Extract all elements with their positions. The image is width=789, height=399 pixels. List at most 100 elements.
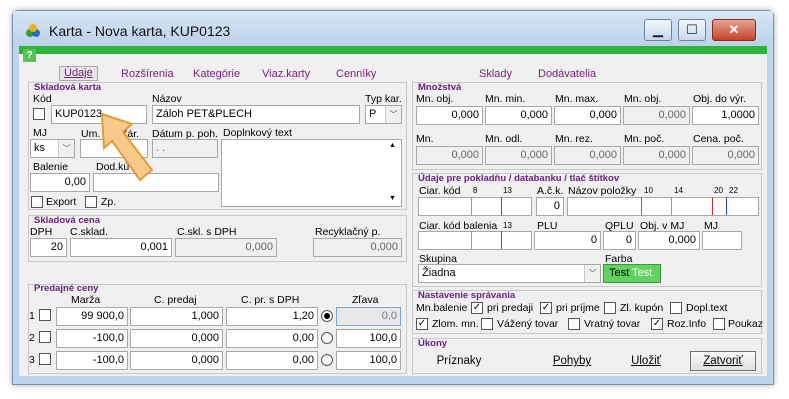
- ulozit-button[interactable]: Uložiť: [624, 352, 668, 372]
- mn-value[interactable]: 1,0000: [692, 106, 759, 125]
- pri-prijme-checkbox[interactable]: ✓: [540, 302, 552, 314]
- scroll-up-icon[interactable]: ▲: [389, 142, 396, 149]
- tab-viaz-karty[interactable]: Viaz.karty: [262, 68, 310, 80]
- tick-label: 14: [674, 186, 683, 195]
- mn-value[interactable]: 0,000: [485, 146, 552, 165]
- cprdph-input[interactable]: 1,20: [226, 307, 318, 326]
- recykl-input[interactable]: 0,000: [313, 238, 402, 257]
- cprdph-input[interactable]: 0,00: [226, 329, 318, 348]
- mn-value[interactable]: 0,000: [692, 146, 759, 165]
- pri-predaji-checkbox[interactable]: ✓: [471, 302, 483, 314]
- typ-select[interactable]: P ﹀: [365, 105, 402, 124]
- cskl-dph-label: C.skl. s DPH: [177, 226, 237, 238]
- tab-udaje[interactable]: Údaje: [59, 66, 98, 81]
- ean8-marker: [471, 197, 472, 215]
- zlava-input[interactable]: 100,0: [336, 329, 401, 348]
- row-checkbox[interactable]: [39, 331, 51, 343]
- marza-input[interactable]: -100,0: [56, 351, 128, 370]
- dopl-text-checkbox[interactable]: [670, 302, 682, 314]
- zlom-mn-checkbox[interactable]: ✓: [416, 318, 428, 330]
- mn-value[interactable]: 0,000: [623, 146, 690, 165]
- farba-swatch[interactable]: Test Test: [603, 264, 661, 283]
- qplu-input[interactable]: 0: [603, 231, 636, 250]
- doplnkovy-label: Doplnkový text: [223, 127, 292, 139]
- ciar-input[interactable]: [418, 197, 532, 216]
- cprdph-input[interactable]: 0,00: [226, 351, 318, 370]
- chevron-down-icon[interactable]: ﹀: [58, 140, 74, 157]
- export-checkbox[interactable]: [31, 196, 43, 208]
- doplnkovy-textarea[interactable]: [221, 139, 402, 207]
- chevron-down-icon[interactable]: ﹀: [584, 265, 600, 282]
- nazov-input[interactable]: Záloh PET&PLECH: [152, 105, 360, 124]
- farba-text-light: Test: [632, 267, 653, 279]
- row-checkbox[interactable]: [39, 309, 51, 321]
- group-title: Údaje pre pokladňu / databanku / tlač št…: [418, 173, 620, 184]
- mj-select[interactable]: ks ﹀: [30, 139, 75, 158]
- vratny-checkbox[interactable]: [568, 318, 580, 330]
- minimize-button[interactable]: ▁: [644, 19, 672, 41]
- status-strip: [19, 46, 767, 54]
- kod-checkbox[interactable]: [33, 108, 45, 120]
- row-checkbox[interactable]: [39, 353, 51, 365]
- tab-rozsirenia[interactable]: Rozšírenia: [121, 68, 174, 80]
- price-radio[interactable]: [321, 332, 333, 344]
- zlava-label: Zľava: [352, 294, 379, 306]
- mj-input[interactable]: [702, 231, 742, 250]
- tick-label: 20: [714, 186, 723, 195]
- zlava-input[interactable]: 100,0: [336, 351, 401, 370]
- tick-label: 13: [503, 186, 512, 195]
- pohyby-button[interactable]: Pohyby: [546, 352, 598, 372]
- mn-value[interactable]: 0,000: [554, 146, 621, 165]
- maximize-button[interactable]: ☐: [678, 19, 706, 41]
- dph-input[interactable]: 20: [30, 238, 67, 257]
- balenie-input[interactable]: 0,00: [30, 173, 90, 192]
- poukaz-label: Poukaz: [728, 318, 764, 330]
- pri-predaji-label: pri predaji: [487, 302, 534, 314]
- plu-input[interactable]: 0: [534, 231, 601, 250]
- roz-info-checkbox[interactable]: ✓: [651, 318, 663, 330]
- zl-kupon-checkbox[interactable]: [604, 302, 616, 314]
- mn-value[interactable]: 0,000: [485, 106, 552, 125]
- ack-label: A.č.k.: [537, 185, 564, 197]
- marza-label: Marža: [71, 294, 101, 306]
- vazeny-checkbox[interactable]: [481, 318, 493, 330]
- price-radio[interactable]: [321, 354, 333, 366]
- mn-value[interactable]: 0,000: [623, 106, 690, 125]
- priznaky-button[interactable]: Príznaky: [428, 352, 490, 372]
- cskl-dph-input[interactable]: 0,000: [175, 238, 277, 257]
- group-title: Množstvá: [418, 82, 462, 93]
- datum-input[interactable]: . .: [152, 139, 218, 158]
- tab-kategorie[interactable]: Kategórie: [193, 68, 240, 80]
- dopl-text-label: Dopl.text: [686, 302, 728, 314]
- export-label: Export: [46, 196, 77, 208]
- tab-dodavatelia[interactable]: Dodávatelia: [538, 68, 596, 80]
- objvmj-input[interactable]: 0,000: [638, 231, 700, 250]
- nazov-pol-input[interactable]: [567, 197, 759, 216]
- ciar-bal-input[interactable]: [418, 231, 532, 250]
- mn-value[interactable]: 0,000: [554, 106, 621, 125]
- mn-value[interactable]: 0,000: [416, 106, 483, 125]
- cpredaj-input[interactable]: 0,000: [130, 329, 223, 348]
- mn-value[interactable]: 0,000: [416, 146, 483, 165]
- farba-text: Test: [609, 267, 630, 279]
- scroll-down-icon[interactable]: ▼: [389, 195, 396, 202]
- marza-input[interactable]: -100,0: [56, 329, 128, 348]
- zlava-input[interactable]: 0,0: [336, 307, 401, 326]
- zatvorit-button[interactable]: Zatvoriť: [690, 351, 756, 371]
- cpredaj-input[interactable]: 1,000: [130, 307, 223, 326]
- tab-cenniky[interactable]: Cenníky: [336, 68, 376, 80]
- poukaz-checkbox[interactable]: [713, 318, 725, 330]
- csklad-input[interactable]: 0,001: [70, 238, 172, 257]
- ack-input[interactable]: 0: [536, 197, 564, 216]
- csklad-label: C.sklad.: [70, 226, 108, 238]
- zp-checkbox[interactable]: [85, 196, 97, 208]
- tab-sklady[interactable]: Sklady: [479, 68, 512, 80]
- nazov-pol-label: Názov položky: [568, 185, 637, 197]
- cpredaj-input[interactable]: 0,000: [130, 351, 223, 370]
- chevron-down-icon[interactable]: ﹀: [385, 106, 401, 123]
- price-radio[interactable]: [321, 310, 333, 322]
- close-button[interactable]: ✕: [712, 19, 756, 41]
- marza-input[interactable]: 99 900,0: [56, 307, 128, 326]
- help-icon[interactable]: ?: [23, 49, 36, 62]
- skupina-select[interactable]: Žiadna ﹀: [418, 264, 601, 283]
